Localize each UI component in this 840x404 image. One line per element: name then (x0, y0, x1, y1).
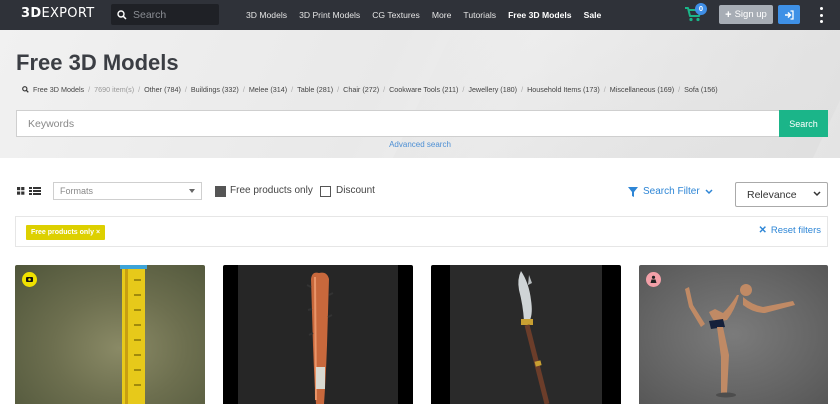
category-link[interactable]: Melee (314) (249, 85, 287, 94)
category-link[interactable]: Miscellaneous (169) (610, 85, 674, 94)
free-only-checkbox[interactable] (215, 186, 226, 197)
category-link[interactable]: Sofa (156) (684, 85, 718, 94)
product-card-spiked-bat[interactable] (223, 265, 413, 404)
menu-tutorials[interactable]: Tutorials (463, 10, 496, 20)
product-card-glaive[interactable] (431, 265, 621, 404)
search-icon (117, 9, 127, 20)
menu-more[interactable]: More (432, 10, 452, 20)
close-icon: ✕ (758, 225, 767, 236)
signup-label: Sign up (734, 9, 767, 20)
search-button[interactable]: Search (779, 110, 828, 137)
keywords-input[interactable] (16, 110, 780, 137)
spiked-bat-thumbnail (306, 272, 334, 404)
menu-cg-textures[interactable]: CG Textures (372, 10, 420, 20)
menu-3d-models[interactable]: 3D Models (246, 10, 287, 20)
page-title: Free 3D Models (16, 50, 179, 75)
free-only-label[interactable]: Free products only (230, 185, 313, 196)
menu-3d-print-models[interactable]: 3D Print Models (299, 10, 360, 20)
signup-button[interactable]: + Sign up (719, 5, 773, 24)
site-logo[interactable]: 3DEXPORT (21, 6, 94, 21)
advanced-search-link[interactable]: Advanced search (0, 140, 840, 149)
top-navbar: 3DEXPORT 3D Models 3D Print Models CG Te… (0, 0, 840, 30)
product-card-ruler[interactable] (15, 265, 205, 404)
category-link[interactable]: Buildings (332) (191, 85, 239, 94)
ruler-thumbnail (120, 265, 147, 404)
breadcrumb-root[interactable]: Free 3D Models (33, 85, 84, 94)
menu-free-3d-models[interactable]: Free 3D Models (508, 10, 572, 20)
formats-placeholder: Formats (60, 186, 94, 196)
login-icon (785, 9, 794, 20)
search-input[interactable] (133, 8, 213, 21)
category-link[interactable]: Other (784) (144, 85, 181, 94)
breadcrumb: Free 3D Models / 7690 item(s) / Other (7… (22, 85, 718, 94)
active-filters-bar: Free products only × ✕ Reset filters (15, 216, 828, 247)
item-count: 7690 item(s) (94, 85, 135, 94)
search-box[interactable] (111, 4, 219, 25)
filter-icon (628, 186, 638, 197)
category-link[interactable]: Cookware Tools (211) (389, 85, 458, 94)
category-link[interactable]: Household Items (173) (527, 85, 600, 94)
reset-filters-button[interactable]: ✕ Reset filters (758, 225, 821, 236)
glaive-thumbnail (518, 271, 550, 404)
product-card-yoga-man[interactable] (639, 265, 828, 404)
category-link[interactable]: Jewellery (180) (468, 85, 517, 94)
discount-label[interactable]: Discount (336, 185, 375, 196)
chevron-down-icon (189, 189, 195, 193)
sort-select[interactable]: Relevance (735, 182, 828, 207)
formats-select[interactable]: Formats (53, 182, 202, 200)
main-menu: 3D Models 3D Print Models CG Textures Mo… (246, 0, 613, 30)
menu-sale[interactable]: Sale (584, 10, 602, 20)
chevron-down-icon (813, 191, 821, 197)
chevron-down-icon (705, 188, 713, 194)
yoga-man-thumbnail (685, 284, 795, 398)
more-vert-icon[interactable] (818, 7, 824, 23)
view-toggle-icon[interactable] (17, 187, 41, 195)
reset-filters-label: Reset filters (770, 225, 821, 236)
hero-section: Free 3D Models Free 3D Models / 7690 ite… (0, 30, 840, 158)
category-link[interactable]: Chair (272) (343, 85, 379, 94)
active-filter-tag[interactable]: Free products only × (26, 225, 106, 240)
search-icon (22, 86, 29, 93)
search-filter-toggle[interactable]: Search Filter (628, 186, 718, 197)
category-link[interactable]: Table (281) (297, 85, 333, 94)
cart-count-badge: 0 (695, 3, 707, 15)
login-button[interactable] (778, 5, 800, 24)
search-filter-label: Search Filter (643, 186, 700, 197)
plus-icon: + (725, 8, 732, 21)
sort-selected: Relevance (747, 188, 797, 201)
discount-checkbox[interactable] (320, 186, 331, 197)
